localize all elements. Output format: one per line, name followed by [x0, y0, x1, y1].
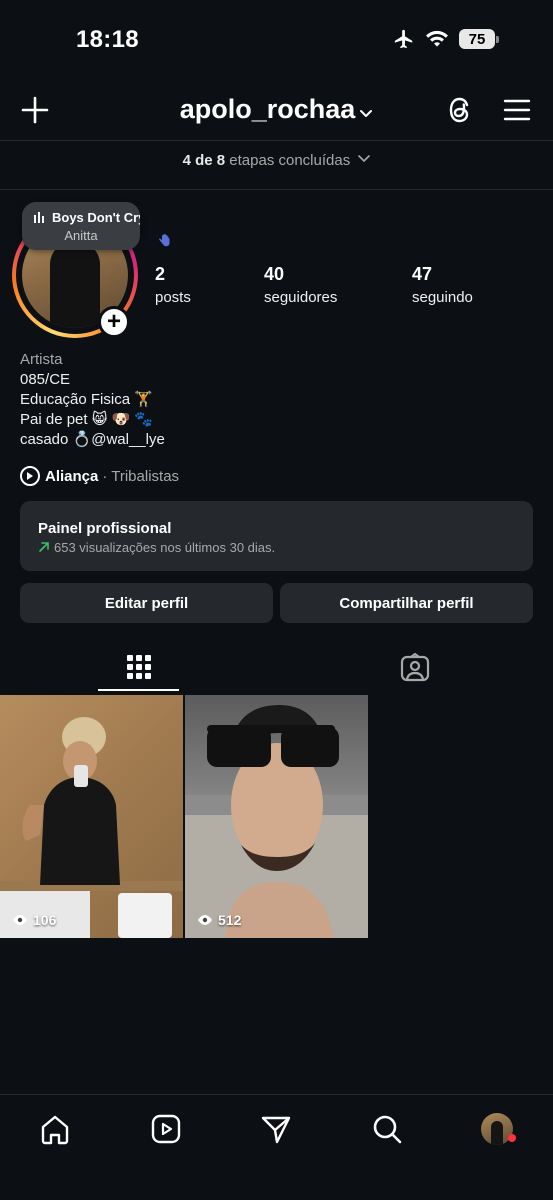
trend-up-icon [39, 542, 49, 552]
eye-icon [198, 915, 212, 925]
share-profile-button[interactable]: Compartilhar perfil [280, 583, 533, 623]
views-count: 106 [12, 912, 56, 928]
song-artist: · Tribalistas [102, 467, 180, 485]
send-icon[interactable] [256, 1109, 296, 1149]
play-icon [20, 466, 40, 486]
views-count: 512 [197, 912, 241, 928]
reels-icon[interactable] [146, 1109, 186, 1149]
professional-dashboard[interactable]: Painel profissional 653 visualizações no… [20, 501, 533, 571]
clock: 18:18 [76, 26, 139, 53]
bottom-navigation [0, 1094, 553, 1200]
note-song-title: Boys Don't Cry [52, 210, 140, 225]
bio: Artista 085/CE Educação Fisica 🏋️ Pai de… [20, 350, 165, 450]
home-icon[interactable] [35, 1109, 75, 1149]
song-title: Aliança [45, 467, 99, 485]
dashboard-title: Painel profissional [38, 520, 172, 537]
dashboard-subtitle: 653 visualizações nos últimos 30 dias. [54, 540, 276, 555]
status-bar: 18:18 75 [0, 0, 553, 80]
threads-badge-icon[interactable] [156, 232, 174, 255]
threads-icon[interactable] [443, 92, 479, 128]
stat-following[interactable]: 47 seguindo [412, 264, 473, 306]
post-thumbnail[interactable]: 512 [185, 695, 368, 938]
post-image [185, 705, 368, 938]
active-tab-indicator [98, 689, 179, 691]
chevron-down-icon [360, 109, 373, 117]
bio-line[interactable]: casado 💍@wal__lye [20, 430, 165, 450]
onboarding-steps[interactable]: 4 de 8 etapas concluídas [0, 152, 553, 169]
menu-icon[interactable] [499, 92, 535, 128]
username: apolo_rochaa [179, 94, 356, 124]
grid-icon[interactable] [98, 640, 179, 694]
profile-avatar[interactable] [477, 1109, 517, 1149]
stat-followers[interactable]: 40 seguidores [264, 264, 337, 306]
profile-tabs [0, 640, 553, 694]
wifi-icon [426, 30, 448, 47]
notification-dot [508, 1134, 516, 1142]
bio-line: Educação Fisica 🏋️ [20, 391, 153, 408]
music-note[interactable]: Boys Don't Cry Anitta [22, 202, 140, 250]
battery-icon: 75 [459, 29, 499, 49]
bio-line: Pai de pet 😸 🐶 🐾 [20, 411, 154, 428]
profile-category: Artista [20, 351, 63, 368]
airplane-icon [394, 29, 413, 49]
music-bars-icon [34, 212, 44, 223]
post-image [0, 717, 183, 938]
divider [0, 189, 553, 190]
divider [0, 140, 553, 141]
eye-icon [13, 915, 27, 925]
bio-line: 085/CE [20, 371, 71, 388]
profile-header: apolo_rochaa [0, 80, 553, 140]
profile-song[interactable]: Aliança · Tribalistas [20, 466, 179, 486]
tagged-icon[interactable] [374, 640, 455, 694]
post-thumbnail[interactable]: 106 [0, 695, 183, 938]
chevron-down-icon [358, 155, 371, 163]
add-story-button[interactable]: + [98, 306, 130, 338]
status-icons: 75 [393, 28, 499, 50]
stat-posts[interactable]: 2 posts [155, 264, 191, 306]
edit-profile-button[interactable]: Editar perfil [20, 583, 273, 623]
note-artist: Anitta [64, 228, 98, 243]
search-icon[interactable] [367, 1109, 407, 1149]
